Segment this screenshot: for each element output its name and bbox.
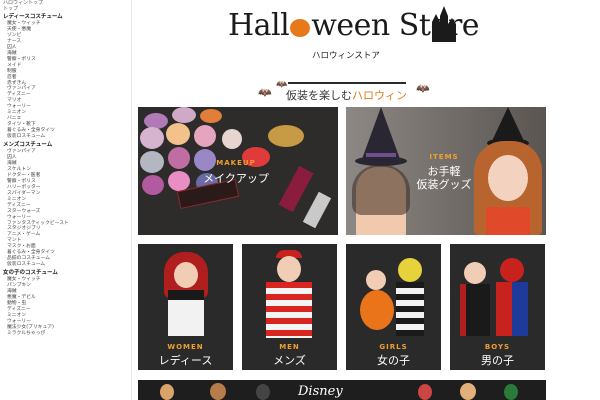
sidebar-section-heading[interactable]: レディースコスチューム [3,14,131,21]
spiderman-suit [496,282,528,336]
makeup-label-en: MAKEUP [216,159,256,167]
category-en-label: GIRLS [379,343,408,351]
minion-head [398,258,422,282]
sidebar-item[interactable]: 仮装ロスチューム [3,134,131,140]
sidebar-section-heading[interactable]: メンズコスチューム [3,142,131,149]
main-content: Hall ween Store ハロウィンストア 🦇 🦇 仮装を楽しむハロウィン … [138,0,600,400]
category-women[interactable]: WOMEN レディース [138,244,233,370]
woman-face [488,155,528,201]
girl-hair [352,165,410,215]
sidebar-sections: レディースコスチューム 魔女・ウィッチ 天使・悪魔 ゾンビ ナース 囚人 海賊 警察・ポリスメ… [3,14,131,337]
character-figure [256,384,270,400]
items-label-jp-line2: 仮装グッズ [416,178,472,191]
castle-icon [432,6,456,42]
spiderman-mask [500,258,524,282]
category-en-label: BOYS [484,343,511,351]
category-en-label: MEN [279,343,300,351]
character-figure [160,384,174,400]
store-logo[interactable]: Hall ween Store ハロウィンストア [228,6,480,68]
bat-icon: 🦇 [258,86,272,99]
character-figure [210,383,226,400]
character-figure [460,383,476,400]
face [277,256,301,282]
breadcrumb-item[interactable]: トップ [3,6,131,12]
disney-banner[interactable]: Disney [138,380,546,400]
tagline-divider [288,82,406,84]
sidebar: ハロウィントップ トップ レディースコスチューム 魔女・ウィッチ 天使・悪魔 ゾンビナ… [0,0,132,400]
tagline-prefix: 仮装を楽しむ [286,89,352,102]
tagline-text: 仮装を楽しむハロウィン [286,87,407,103]
woman-top [486,207,530,235]
face [366,270,386,290]
disney-logo: Disney [298,384,343,399]
tagline: 🦇 🦇 仮装を楽しむハロウィン 🦇 [248,80,438,106]
pumpkin-costume [360,290,394,330]
logo-title-start: Hall [228,8,290,43]
face [174,262,198,288]
makeup-label-jp: メイクアップ [203,172,269,185]
category-jp-label: メンズ [273,354,306,367]
sidebar-item[interactable]: ミラクルちゃっぴ [3,331,131,337]
striped-outfit [396,282,424,336]
sidebar-item[interactable]: 仮装ロスチューム [3,262,131,268]
character-figure [504,384,518,400]
items-banner[interactable]: ITEMS お手軽 仮装グッズ [346,107,546,235]
category-boys[interactable]: BOYS 男の子 [450,244,545,370]
bat-icon: 🦇 [416,82,430,95]
category-en-label: WOMEN [167,343,204,351]
pumpkin-icon [290,19,311,37]
striped-shirt [266,282,312,338]
dress [168,290,204,336]
character-figure [418,384,432,400]
vampire-cape [460,284,490,336]
category-jp-label: 女の子 [377,354,410,367]
logo-subtitle: ハロウィンストア [312,51,380,61]
face [464,262,486,284]
category-jp-label: 男の子 [481,354,514,367]
lipstick-icon [278,165,314,213]
gold-glitter [268,125,304,147]
tagline-highlight: ハロウィン [352,89,407,102]
items-label-en: ITEMS [429,153,459,161]
category-men[interactable]: MEN メンズ [242,244,337,370]
makeup-banner[interactable]: MAKEUP メイクアップ [138,107,338,235]
category-jp-label: レディース [158,354,213,367]
lipstick-icon [302,191,332,229]
witch-hat-icon [355,107,407,166]
category-girls[interactable]: GIRLS 女の子 [346,244,441,370]
